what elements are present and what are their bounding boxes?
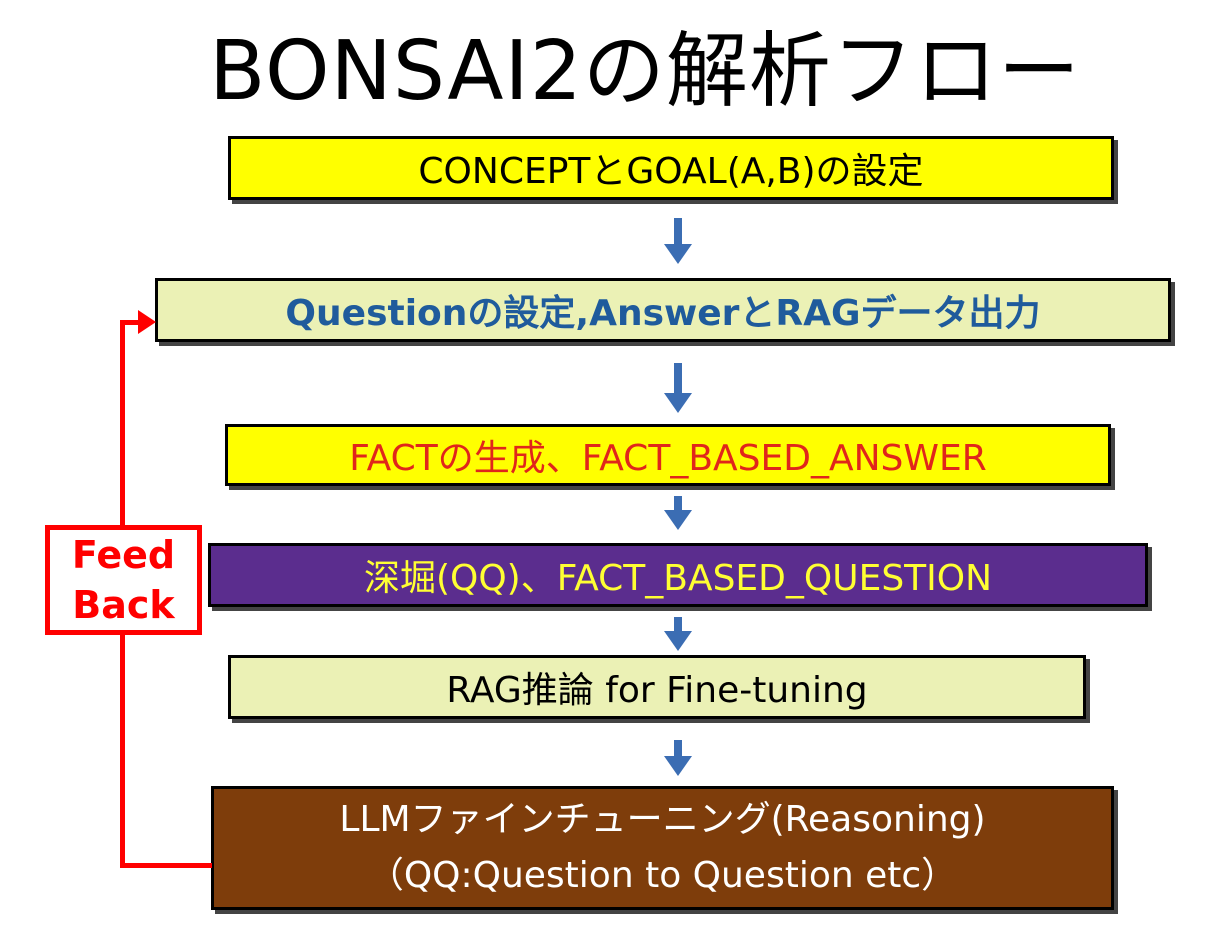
step-question-setting: Questionの設定,AnswerとRAGデータ出力 [155,278,1171,342]
step-rag-inference: RAG推論 for Fine-tuning [228,655,1086,719]
down-arrow-icon [664,617,692,651]
page-title: BONSAI2の解析フロー [209,24,1081,119]
down-arrow-icon [664,218,692,264]
down-arrow-icon [664,363,692,413]
feedback-arrow-icon [138,310,156,334]
step-llm-finetuning-line2: （QQ:Question to Question etc） [367,855,958,896]
feedback-label-line2: Back [72,583,175,627]
down-arrow-icon [664,740,692,776]
step-concept-goal: CONCEPTとGOAL(A,B)の設定 [228,136,1114,200]
step-deep-dive: 深堀(QQ)、FACT_BASED_QUESTION [208,543,1148,607]
down-arrow-icon [664,496,692,530]
feedback-label: Feed Back [45,525,202,635]
step-llm-finetuning-line1: LLMファインチューニング(Reasoning) [339,799,986,840]
step-llm-finetuning: LLMファインチューニング(Reasoning) （QQ:Question to… [211,786,1114,910]
feedback-label-line1: Feed [71,533,176,577]
step-fact-generation: FACTの生成、FACT_BASED_ANSWER [225,424,1111,486]
feedback-line-bottom [120,863,212,868]
